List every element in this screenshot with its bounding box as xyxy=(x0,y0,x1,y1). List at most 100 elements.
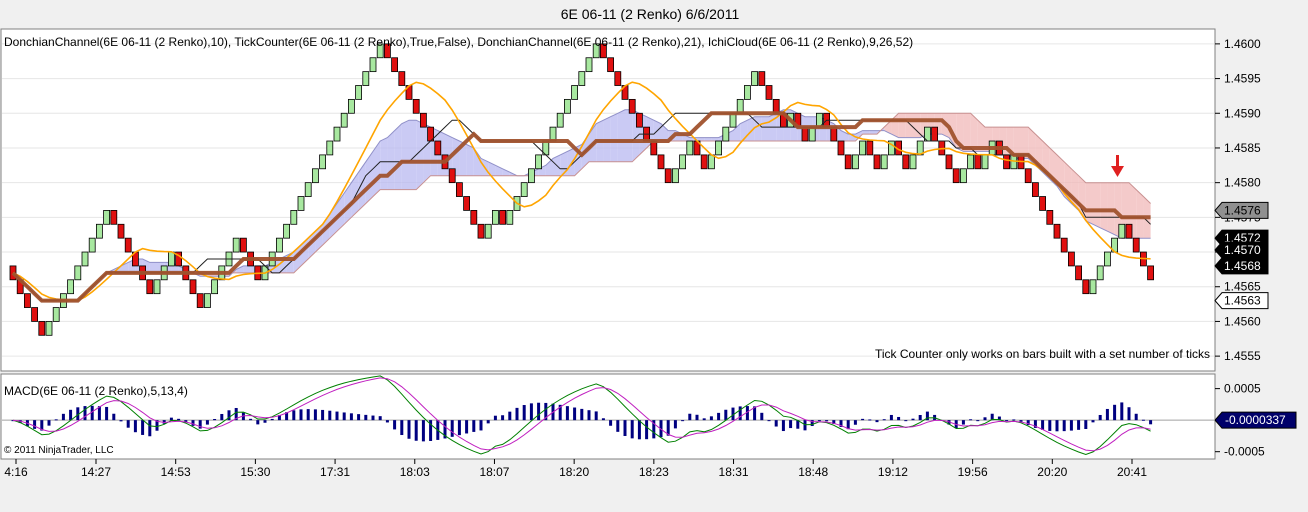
cloud-segment-bear xyxy=(1136,189,1144,239)
macd-histogram-bar xyxy=(306,409,310,421)
renko-brick-up xyxy=(715,140,722,156)
macd-histogram-bar xyxy=(148,420,152,437)
cloud-segment-bull xyxy=(466,144,474,176)
x-tick-label: 18:07 xyxy=(479,465,509,479)
renko-brick-down xyxy=(499,210,507,225)
macd-histogram-bar xyxy=(47,420,51,426)
y-tick-label: 1.4585 xyxy=(1224,141,1261,155)
macd-histogram-bar xyxy=(875,420,879,423)
macd-histogram-bar xyxy=(472,420,476,432)
cloud-segment-bear xyxy=(898,113,906,138)
macd-value-label: -0.0000337 xyxy=(1225,413,1286,427)
macd-histogram-bar xyxy=(573,407,577,421)
renko-brick-up xyxy=(45,321,53,336)
x-tick-label: 14:27 xyxy=(81,465,111,479)
renko-brick-down xyxy=(1125,223,1133,239)
renko-brick-down xyxy=(477,223,485,239)
renko-brick-up xyxy=(326,140,334,156)
macd-histogram-bar xyxy=(623,420,627,436)
renko-brick-up xyxy=(808,126,816,142)
macd-histogram-bar xyxy=(249,418,253,421)
macd-histogram-bar xyxy=(688,413,692,421)
macd-histogram-bar xyxy=(587,410,591,421)
renko-brick-up xyxy=(528,168,535,184)
renko-brick-down xyxy=(772,98,780,114)
price-marker: 1.4568 xyxy=(1214,257,1269,275)
macd-histogram-bar xyxy=(508,411,512,421)
macd-histogram-bar xyxy=(328,410,332,421)
macd-histogram-bar xyxy=(601,418,605,421)
macd-histogram-bar xyxy=(709,416,713,421)
renko-brick-up xyxy=(211,279,219,295)
macd-histogram-bar xyxy=(342,412,346,421)
macd-histogram-bar xyxy=(270,418,274,421)
renko-brick-up xyxy=(722,126,730,142)
x-tick-label: 19:12 xyxy=(878,465,908,479)
renko-brick-up xyxy=(960,168,967,184)
macd-histogram-bar xyxy=(378,416,382,421)
renko-brick-up xyxy=(909,154,917,170)
renko-brick-down xyxy=(1046,210,1054,225)
macd-histogram-bar xyxy=(220,413,224,421)
renko-brick-up xyxy=(506,210,514,225)
renko-brick-down xyxy=(657,154,665,170)
renko-brick-up xyxy=(283,223,291,239)
renko-brick-up xyxy=(859,140,866,156)
cloud-segment-bull xyxy=(625,109,633,162)
macd-histogram-bar xyxy=(904,420,908,422)
renko-brick-up xyxy=(1118,223,1126,239)
renko-brick-up xyxy=(362,71,370,86)
macd-histogram-bar xyxy=(702,418,706,421)
macd-histogram-bar xyxy=(918,414,922,421)
macd-histogram-bar xyxy=(414,420,418,441)
macd-histogram-bar xyxy=(897,416,901,421)
macd-histogram-bar xyxy=(1012,419,1016,421)
renko-brick-up xyxy=(290,210,298,225)
renko-brick-down xyxy=(1053,223,1061,239)
macd-histogram-bar xyxy=(105,406,109,421)
cloud-segment-bull xyxy=(567,147,575,176)
macd-histogram-bar xyxy=(321,409,325,421)
renko-brick-up xyxy=(672,168,679,184)
macd-histogram-bar xyxy=(515,407,519,421)
renko-brick-down xyxy=(801,126,809,142)
renko-brick-up xyxy=(203,293,211,308)
renko-brick-up xyxy=(880,154,888,170)
renko-brick-down xyxy=(1068,251,1075,267)
macd-histogram-bar xyxy=(1127,407,1131,421)
macd-histogram-bar xyxy=(299,409,303,421)
renko-brick-down xyxy=(23,293,31,308)
cloud-segment-bear xyxy=(963,113,971,152)
macd-histogram-bar xyxy=(313,409,317,421)
macd-histogram-bar xyxy=(205,420,209,425)
x-tick-label: 18:31 xyxy=(719,465,749,479)
cloud-segment-bull xyxy=(610,113,618,162)
cloud-segment-bull xyxy=(387,130,395,190)
macd-histogram-bar xyxy=(673,420,677,429)
renko-brick-down xyxy=(830,126,838,142)
macd-label: MACD(6E 06-11 (2 Renko),5,13,4) xyxy=(4,384,188,398)
renko-brick-up xyxy=(1096,265,1104,281)
macd-histogram-bar xyxy=(364,414,368,421)
macd-histogram-bar xyxy=(969,419,973,421)
renko-brick-up xyxy=(232,237,240,253)
macd-histogram-bar xyxy=(479,420,483,431)
renko-brick-down xyxy=(196,293,204,308)
cloud-segment-bull xyxy=(754,116,762,142)
renko-brick-down xyxy=(650,140,658,156)
macd-histogram-bar xyxy=(457,420,461,436)
macd-histogram-bar xyxy=(1041,420,1045,430)
renko-brick-down xyxy=(110,210,118,225)
renko-brick-down xyxy=(419,112,427,128)
macd-histogram-bar xyxy=(126,420,130,428)
renko-brick-down xyxy=(448,168,456,184)
macd-histogram-bar xyxy=(1077,420,1081,430)
macd-histogram-bar xyxy=(1149,420,1153,425)
renko-brick-up xyxy=(88,237,96,253)
macd-histogram-bar xyxy=(853,420,857,425)
renko-brick-up xyxy=(736,98,744,114)
macd-histogram-bar xyxy=(263,420,267,423)
macd-histogram-bar xyxy=(335,411,339,421)
macd-histogram-bar xyxy=(637,420,641,440)
macd-histogram-bar xyxy=(983,417,987,421)
